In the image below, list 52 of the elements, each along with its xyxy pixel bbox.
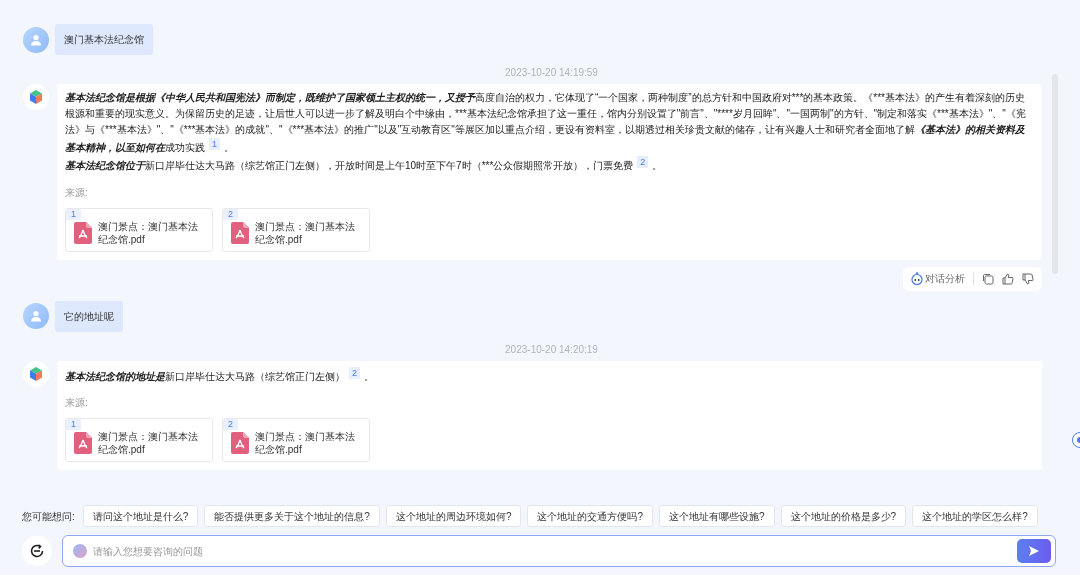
new-chat-button[interactable] <box>22 536 52 566</box>
user-message-bubble: 它的地址呢 <box>55 300 123 332</box>
suggestion-chip[interactable]: 能否提供更多关于这个地址的信息? <box>204 505 380 527</box>
thumbs-up-icon[interactable] <box>1002 272 1014 285</box>
source-number: 1 <box>66 208 81 220</box>
answer-paragraph: 基本法纪念馆位于新口岸毕仕达大马路（综艺馆正门左侧），开放时间是上午10时至下午7时（***公众假期照常开放），门票免费 $^{2}$ 。 <box>65 156 664 174</box>
source-number: 2 <box>223 419 238 430</box>
source-file-card[interactable]: 2 澳门景点：澳门基本法纪念馆.pdf <box>222 207 370 252</box>
robot-icon <box>911 272 923 286</box>
suggestion-chip[interactable]: 这个地址的周边环境如何? <box>385 505 522 527</box>
timestamp: 2023-10-20 14:20:19 <box>505 342 598 357</box>
pdf-file-icon <box>231 221 249 244</box>
pdf-file-icon <box>74 432 92 454</box>
suggestion-chip[interactable]: 这个地址的学区怎么样? <box>912 505 1038 527</box>
thumbs-down-icon[interactable] <box>1022 272 1034 285</box>
file-name: 澳门景点：澳门基本法纪念馆.pdf <box>255 219 356 246</box>
suggestion-chip[interactable]: 请问这个地址是什么? <box>82 505 199 527</box>
question-input[interactable]: 请输入您想要咨询的问题 <box>62 535 1056 567</box>
pdf-file-icon <box>74 221 92 244</box>
pdf-file-icon <box>231 432 249 454</box>
suggestion-chip[interactable]: 这个地址的价格是多少? <box>780 505 907 527</box>
sources-label: 来源: <box>65 185 89 200</box>
user-message-bubble: 澳门基本法纪念馆 <box>55 24 153 55</box>
suggestions-label: 您可能想问: <box>22 509 75 524</box>
analysis-button[interactable]: 对话分析 <box>911 271 965 287</box>
source-file-card[interactable]: 1 澳门景点：澳门基本法纪念馆.pdf <box>65 207 213 252</box>
source-number: 1 <box>66 419 81 430</box>
user-avatar-icon <box>23 303 49 330</box>
question-input-text[interactable]: 请输入您想要咨询的问题 <box>93 543 1011 559</box>
user-avatar-icon <box>23 26 49 53</box>
refresh-chat-icon <box>29 543 45 559</box>
send-icon <box>1028 545 1040 557</box>
answer-paragraph: 基本法纪念馆是根据《中华人民共和国宪法》而制定，既维护了国家领土主权的统一，又授予高度自治的权力，它体现了“一个国家，两种制度”的总方针和中国政府对***的基本政策。《***基本法》的产生有着深刻的历史 根源和重要的现实意义。为保留历史的足迹，让后世人可以进一步了解及明白个中缘由，***基本法纪念馆承担了这一重任，馆内分别设置了"前言"、"****岁月回眸"、"一国两制"的方针、"制定和落实《***基本法》"、"《宪法》与《***基本法》"、"《***基本法》的成就"、"《***基本法》的推广"以及"互动教育区"等展区加以重点介绍，更设有资料室，以期透过相关珍贵文献的储存，让有兴趣人士和研究者全面地了解《基本法》的相关资料及基本精神，以至如何在成功实践 $^{1}$ 。 <box>65 91 1027 156</box>
answer-paragraph: 基本法纪念馆的地址是新口岸毕仕达大马路（综艺馆正门左侧） $^{2}$ 。 <box>65 366 375 384</box>
source-number: 2 <box>223 208 238 220</box>
timestamp: 2023-10-20 14:19:59 <box>505 66 598 80</box>
suggestion-chip[interactable]: 这个地址的交通方便吗? <box>527 505 654 527</box>
send-button[interactable] <box>1017 539 1051 563</box>
file-name: 澳门景点：澳门基本法纪念馆.pdf <box>98 219 199 246</box>
cube-logo-icon <box>23 360 49 387</box>
assistant-orb-icon <box>73 544 87 558</box>
file-name: 澳门景点：澳门基本法纪念馆.pdf <box>255 430 356 456</box>
source-file-card[interactable]: 1 澳门景点：澳门基本法纪念馆.pdf <box>65 418 213 462</box>
file-name: 澳门景点：澳门基本法纪念馆.pdf <box>98 430 199 456</box>
sources-label: 来源: <box>65 396 89 410</box>
citation-marker[interactable]: 1 <box>209 138 220 150</box>
copy-icon[interactable] <box>982 272 994 285</box>
cube-logo-icon <box>23 84 49 110</box>
suggestion-chip[interactable]: 这个地址有哪些设施? <box>659 505 775 527</box>
source-file-card[interactable]: 2 澳门景点：澳门基本法纪念馆.pdf <box>222 418 370 462</box>
citation-marker[interactable]: 2 <box>637 156 649 169</box>
citation-marker[interactable]: 2 <box>349 366 360 379</box>
